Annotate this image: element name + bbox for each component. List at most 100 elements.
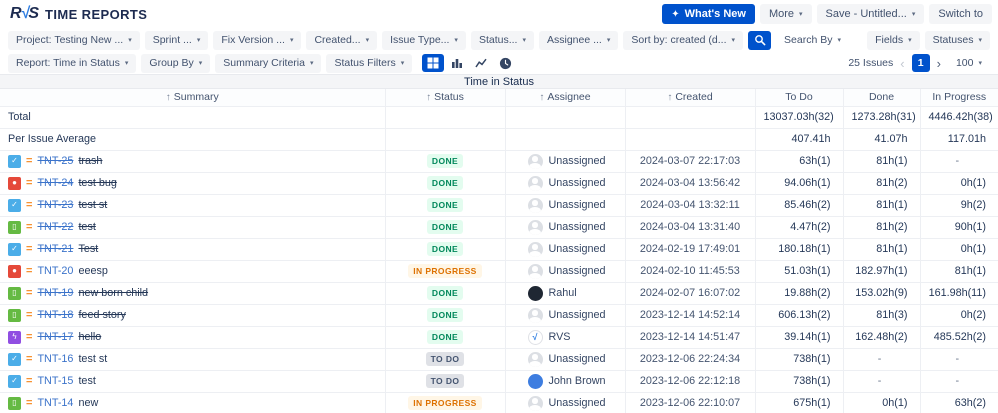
- line-chart-view-button[interactable]: [470, 54, 492, 72]
- done-cell: 162.48h(2): [842, 326, 920, 349]
- filter-status[interactable]: Status... ▾: [470, 30, 534, 50]
- in-progress-cell: 4446.42h(38): [919, 106, 998, 129]
- more-button[interactable]: More ▾: [759, 4, 812, 24]
- current-page-button[interactable]: 1: [911, 54, 930, 72]
- time-view-button[interactable]: [494, 54, 516, 72]
- todo-cell: 606.13h(2): [754, 304, 843, 327]
- assignee-name: RVS: [548, 331, 571, 343]
- assignee-cell: Unassigned: [504, 194, 625, 217]
- bar-chart-view-button[interactable]: [446, 54, 468, 72]
- issue-key-link[interactable]: TNT-15: [37, 375, 73, 387]
- issue-summary: test bug: [78, 177, 117, 189]
- story-icon: ▯: [8, 308, 21, 322]
- filter-report-time-in-status[interactable]: Report: Time in Status ▾: [8, 53, 137, 73]
- column-label: Summary: [173, 91, 219, 104]
- column-label: To Do: [785, 91, 813, 104]
- filter-statuses[interactable]: Statuses ▾: [924, 30, 990, 50]
- priority-medium-icon: =: [26, 331, 33, 343]
- assignee-name: Unassigned: [548, 221, 606, 233]
- column-header-assignee[interactable]: ↑ Assignee: [504, 89, 625, 107]
- priority-medium-icon: =: [26, 353, 33, 365]
- issue-key-link[interactable]: TNT-16: [37, 353, 73, 365]
- issue-key-link[interactable]: TNT-22: [37, 221, 73, 233]
- filter-label: Status...: [478, 34, 518, 46]
- issue-key-link[interactable]: TNT-18: [37, 309, 73, 321]
- done-cell: 81h(2): [842, 216, 920, 239]
- table-body: Total 13037.03h(32) 1273.28h(31) 4446.42h(3…: [0, 106, 998, 413]
- issue-key-link[interactable]: TNT-24: [37, 177, 73, 189]
- done-cell: 0h(1): [842, 392, 920, 413]
- unassigned-avatar: [527, 263, 543, 279]
- filter-assignee[interactable]: Assignee ... ▾: [538, 30, 619, 50]
- filter-project-testing-new[interactable]: Project: Testing New ... ▾: [8, 30, 140, 50]
- column-header-summary[interactable]: ↑ Summary: [0, 89, 385, 107]
- status-cell: IN PROGRESS: [384, 260, 505, 283]
- filter-fix-version[interactable]: Fix Version ... ▾: [213, 30, 302, 50]
- issue-summary: feed story: [78, 309, 126, 321]
- table-view-button[interactable]: [422, 54, 445, 72]
- column-header-in-progress[interactable]: In Progress: [919, 89, 998, 107]
- column-header-created[interactable]: ↑ Created: [624, 89, 755, 107]
- report-chips: Report: Time in Status ▾ Group By ▾ Summary …: [8, 53, 413, 73]
- filter-group-by[interactable]: Group By ▾: [141, 53, 211, 73]
- save-label: Save - Untitled...: [825, 8, 907, 20]
- issue-key-link[interactable]: TNT-25: [37, 155, 73, 167]
- search-button[interactable]: [748, 30, 772, 50]
- created-cell: 2024-03-04 13:56:42: [624, 172, 755, 195]
- issue-row-tnt-22: ▯ = TNT-22 test DONE Unassigned 2024-03-04 13:…: [0, 216, 998, 239]
- created-cell: 2024-02-19 17:49:01: [624, 238, 755, 261]
- column-header-row: ↑ Summary ↑ Status ↑ Assignee ↑ Created To Do Don…: [0, 89, 998, 107]
- column-header-status[interactable]: ↑ Status: [384, 89, 505, 107]
- filter-created[interactable]: Created... ▾: [306, 30, 378, 50]
- sort-ascending-icon: ↑: [667, 92, 673, 104]
- switch-to-button[interactable]: Switch to: [929, 4, 992, 24]
- unassigned-avatar: [527, 307, 543, 323]
- view-switcher: [422, 54, 516, 72]
- chevron-down-icon: ▾: [908, 37, 912, 44]
- filter-chips-left: Project: Testing New ... ▾ Sprint ... ▾ Fix …: [8, 30, 744, 50]
- epic-icon: ϟ: [8, 330, 21, 344]
- table-grid-icon: [427, 57, 439, 69]
- filter-sort-by-created-d[interactable]: Sort by: created (d... ▾: [623, 30, 744, 50]
- next-page-button[interactable]: ›: [937, 57, 941, 70]
- page-size-dropdown[interactable]: 100 ▾: [948, 54, 990, 73]
- pagination: 25 Issues ‹ 1 › 100 ▾: [848, 54, 990, 73]
- chevron-down-icon: ▾: [454, 37, 458, 44]
- whats-new-button[interactable]: ✦ What's New: [662, 4, 755, 24]
- column-header-to-do[interactable]: To Do: [754, 89, 843, 107]
- unassigned-avatar: [527, 175, 543, 191]
- time-reports-app: R√S TIME REPORTS ✦ What's New More ▾ Save …: [0, 0, 998, 413]
- issue-key-link[interactable]: TNT-23: [37, 199, 73, 211]
- issue-row-tnt-20: ● = TNT-20 eeesp IN PROGRESS Unassigned 2024-0…: [0, 260, 998, 283]
- filter-label: Report: Time in Status: [16, 57, 120, 69]
- filter-sprint[interactable]: Sprint ... ▾: [144, 30, 209, 50]
- issue-row-tnt-17: ϟ = TNT-17 hello DONE √ RVS 2023-12-14 14:51:47…: [0, 326, 998, 349]
- issue-key-link[interactable]: TNT-19: [37, 287, 73, 299]
- summary-cell: ✓ = TNT-23 test st: [0, 194, 385, 217]
- previous-page-button[interactable]: ‹: [900, 57, 904, 70]
- column-label: Assignee: [547, 91, 591, 104]
- issue-key-link[interactable]: TNT-21: [37, 243, 73, 255]
- filter-summary-criteria[interactable]: Summary Criteria ▾: [215, 53, 322, 73]
- issue-key-link[interactable]: TNT-20: [37, 265, 73, 277]
- app-logo: R√S TIME REPORTS: [10, 5, 147, 23]
- sort-ascending-icon: ↑: [165, 92, 171, 104]
- unassigned-avatar: [527, 241, 543, 257]
- chevron-down-icon: ▾: [799, 11, 803, 18]
- priority-medium-icon: =: [26, 155, 33, 167]
- filter-fields[interactable]: Fields ▾: [867, 30, 920, 50]
- column-header-done[interactable]: Done: [842, 89, 920, 107]
- assignee-cell: Unassigned: [504, 304, 625, 327]
- summary-cell: ✓ = TNT-15 test: [0, 370, 385, 393]
- priority-medium-icon: =: [26, 199, 33, 211]
- issue-summary: Test: [78, 243, 99, 255]
- clock-icon: [499, 57, 511, 69]
- save-report-button[interactable]: Save - Untitled... ▾: [816, 4, 925, 24]
- issue-key-link[interactable]: TNT-14: [37, 397, 73, 409]
- task-icon: ✓: [8, 198, 21, 212]
- search-by-dropdown[interactable]: Search By ▾: [776, 31, 849, 50]
- issue-key-link[interactable]: TNT-17: [37, 331, 73, 343]
- filter-status-filters[interactable]: Status Filters ▾: [326, 53, 413, 73]
- issue-summary: trash: [78, 155, 103, 167]
- filter-issue-type[interactable]: Issue Type... ▾: [382, 30, 466, 50]
